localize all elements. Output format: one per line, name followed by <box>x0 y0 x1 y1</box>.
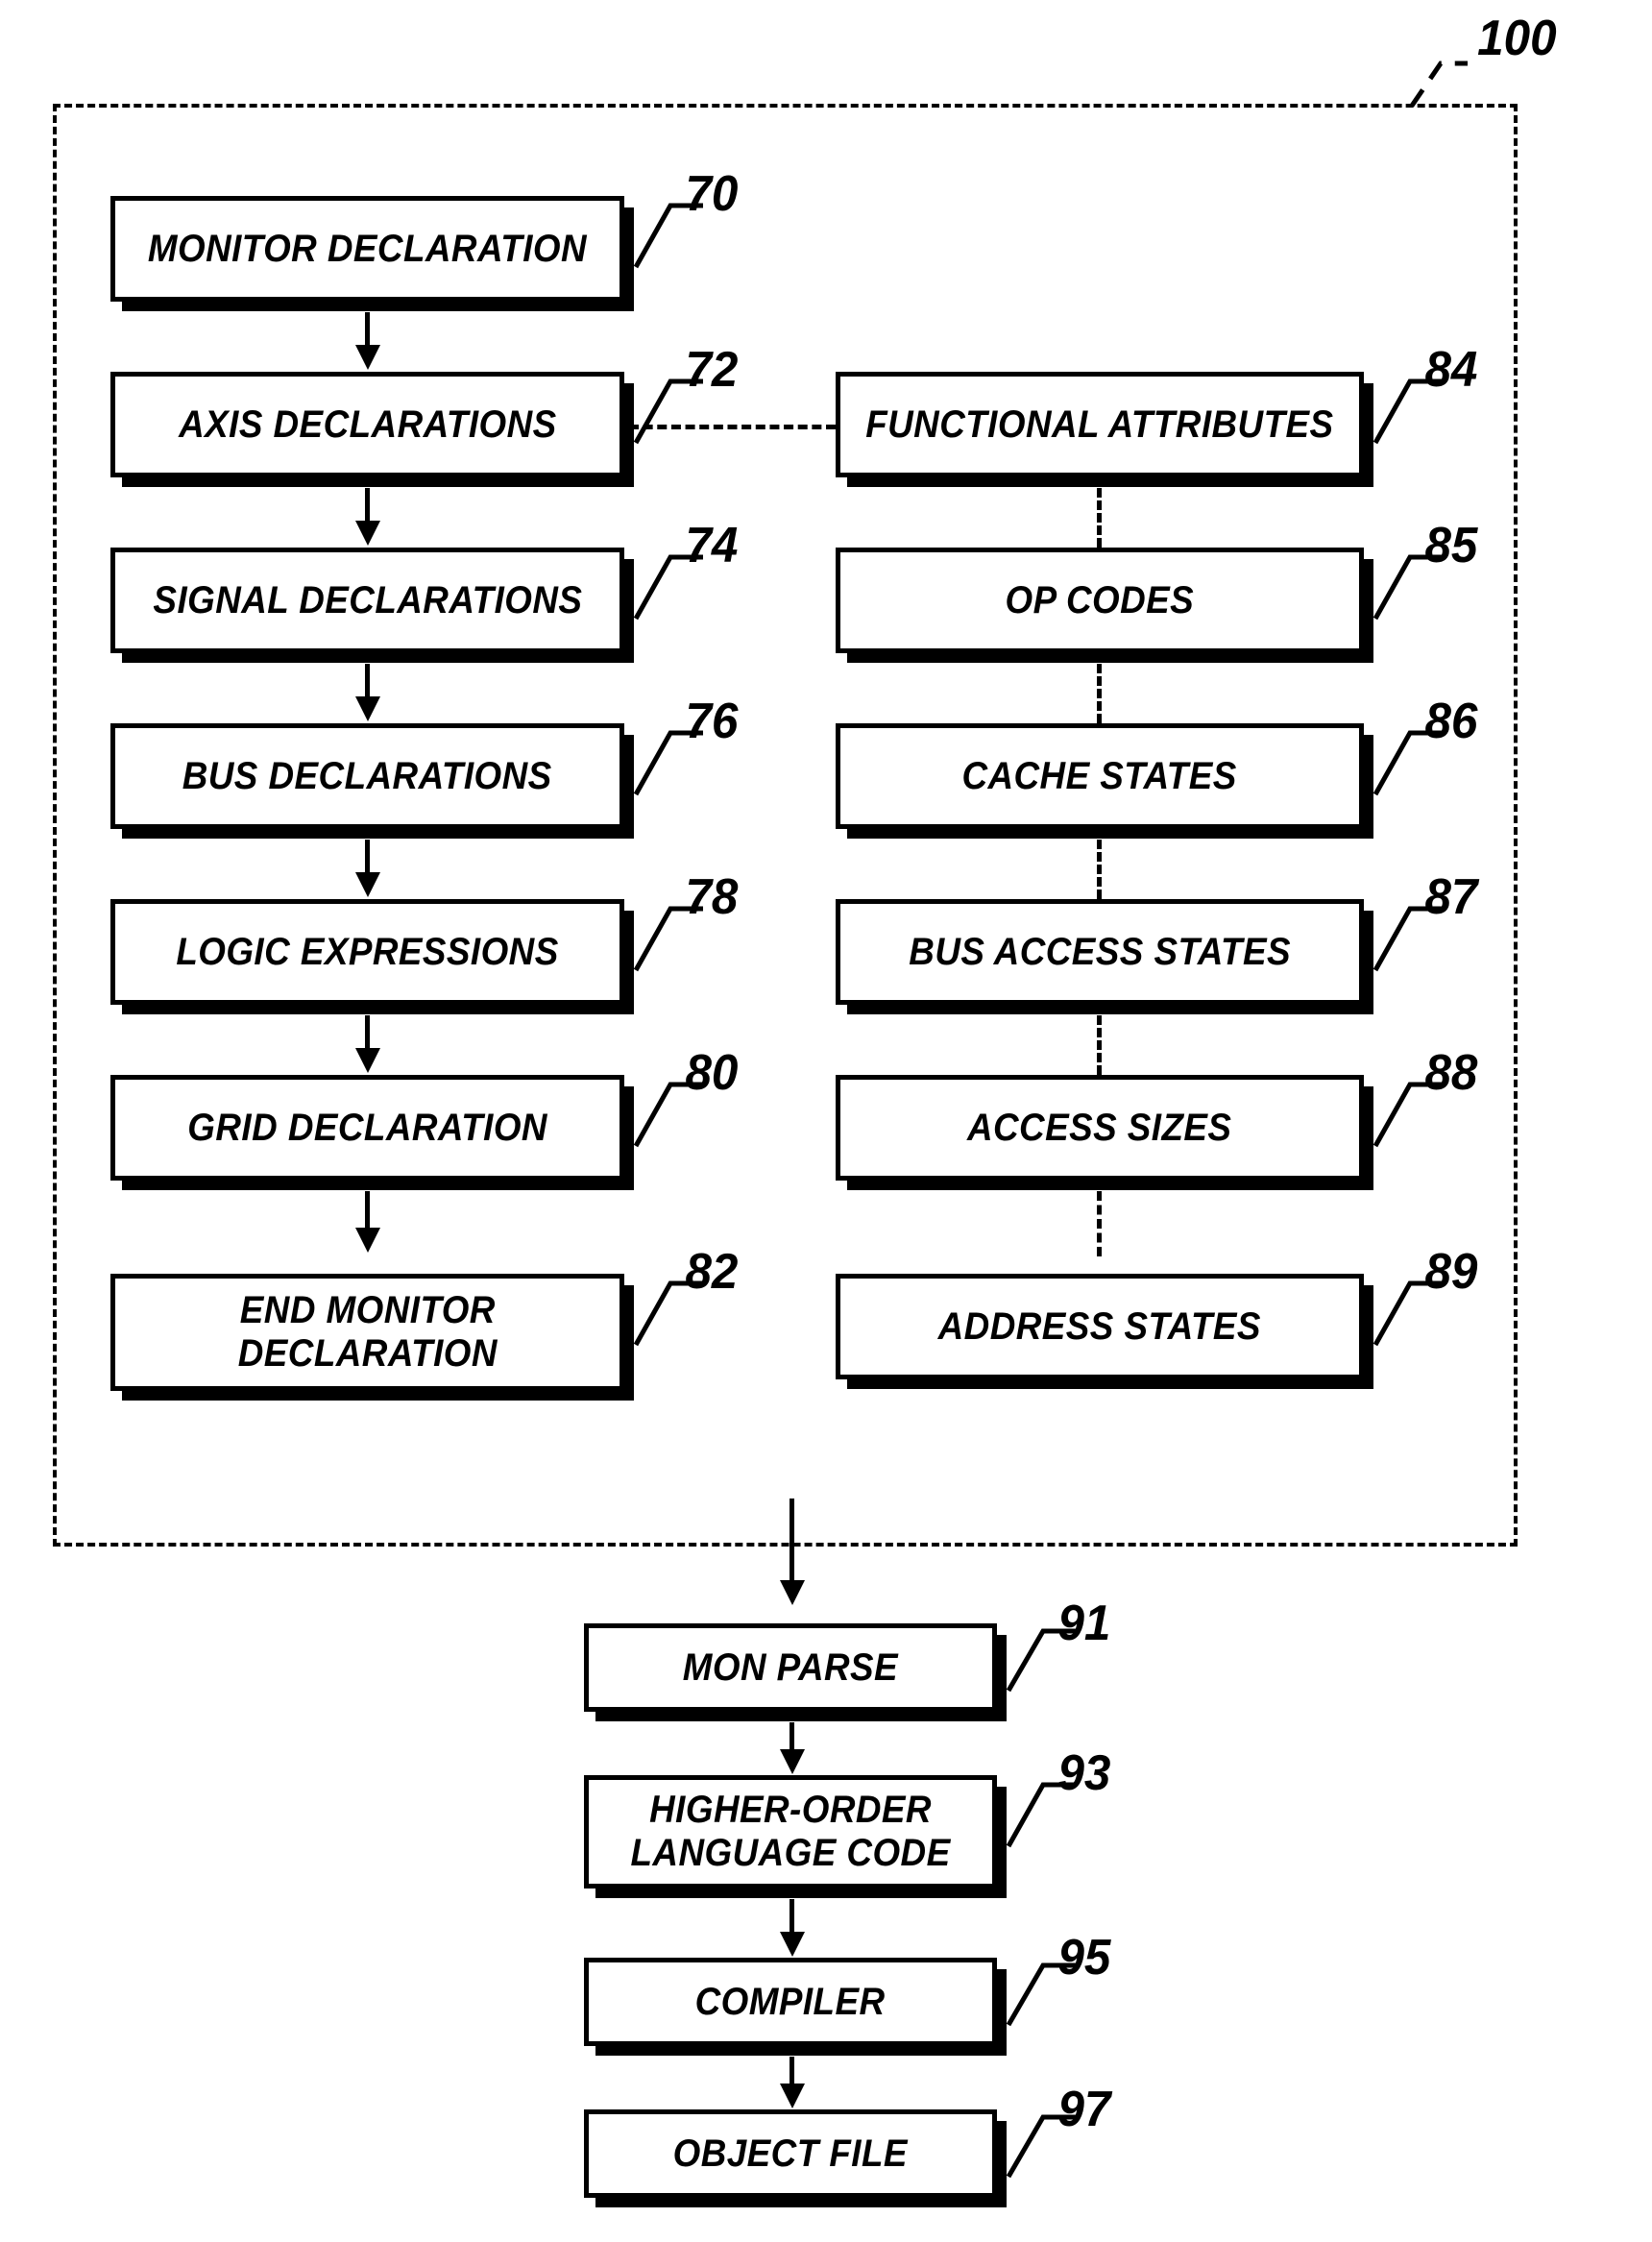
node-bus-declarations[interactable]: BUS DECLARATIONS <box>110 723 624 829</box>
reference-numeral-85: 85 <box>1424 518 1478 573</box>
connector-72-to-84 <box>629 425 836 429</box>
arrowhead-78-to-80 <box>355 1048 380 1073</box>
reference-numeral-82: 82 <box>685 1244 739 1300</box>
patent-figure-page: 100 MONITOR DECLARATION 70 AXIS DECLARAT… <box>0 0 1652 2242</box>
node-functional-attributes[interactable]: FUNCTIONAL ATTRIBUTES <box>836 372 1364 477</box>
reference-numeral-89: 89 <box>1424 1244 1478 1300</box>
node-address-states[interactable]: ADDRESS STATES <box>836 1274 1364 1379</box>
arrowhead-76-to-78 <box>355 872 380 897</box>
node-end-monitor-declaration[interactable]: END MONITOR DECLARATION <box>110 1274 624 1391</box>
arrowhead-72-to-74 <box>355 521 380 546</box>
reference-numeral-76: 76 <box>685 694 739 749</box>
node-label: OBJECT FILE <box>672 2132 909 2175</box>
node-mon-parse[interactable]: MON PARSE <box>584 1623 997 1712</box>
reference-numeral-97: 97 <box>1057 2082 1111 2137</box>
node-monitor-declaration[interactable]: MONITOR DECLARATION <box>110 196 624 302</box>
node-label: ACCESS SIZES <box>967 1106 1232 1149</box>
reference-numeral-80: 80 <box>685 1045 739 1101</box>
node-label: MON PARSE <box>682 1645 899 1689</box>
node-label: ADDRESS STATES <box>937 1304 1262 1348</box>
reference-numeral-72: 72 <box>685 342 739 398</box>
node-cache-states[interactable]: CACHE STATES <box>836 723 1364 829</box>
reference-numeral-91: 91 <box>1057 1596 1111 1651</box>
node-label: OP CODES <box>1005 578 1195 621</box>
node-label: END MONITOR DECLARATION <box>237 1289 498 1375</box>
node-label: FUNCTIONAL ATTRIBUTES <box>865 402 1334 446</box>
node-higher-order-language-code[interactable]: HIGHER-ORDER LANGUAGE CODE <box>584 1775 997 1889</box>
arrowhead-74-to-76 <box>355 696 380 721</box>
node-grid-declaration[interactable]: GRID DECLARATION <box>110 1075 624 1181</box>
connector-88-to-89 <box>1097 1191 1102 1256</box>
reference-numeral-74: 74 <box>685 518 739 573</box>
node-op-codes[interactable]: OP CODES <box>836 548 1364 653</box>
node-label: COMPILER <box>695 1980 886 2023</box>
arrowhead-93-to-95 <box>780 1932 805 1957</box>
node-label: HIGHER-ORDER LANGUAGE CODE <box>630 1789 951 1874</box>
reference-numeral-70: 70 <box>685 166 739 222</box>
node-label: BUS DECLARATIONS <box>182 754 552 797</box>
arrowhead-95-to-97 <box>780 2084 805 2108</box>
connector-84-to-85 <box>1097 488 1102 548</box>
node-bus-access-states[interactable]: BUS ACCESS STATES <box>836 899 1364 1005</box>
node-axis-declarations[interactable]: AXIS DECLARATIONS <box>110 372 624 477</box>
node-access-sizes[interactable]: ACCESS SIZES <box>836 1075 1364 1181</box>
arrowhead-80-to-82 <box>355 1228 380 1253</box>
connector-87-to-88 <box>1097 1015 1102 1075</box>
reference-numeral-78: 78 <box>685 869 739 925</box>
arrowhead-enclosure-to-91 <box>780 1580 805 1605</box>
node-label: SIGNAL DECLARATIONS <box>153 578 582 621</box>
node-object-file[interactable]: OBJECT FILE <box>584 2109 997 2198</box>
node-label: MONITOR DECLARATION <box>147 227 588 270</box>
node-compiler[interactable]: COMPILER <box>584 1958 997 2046</box>
reference-numeral-93: 93 <box>1057 1745 1111 1801</box>
node-label: AXIS DECLARATIONS <box>178 402 557 446</box>
reference-numeral-84: 84 <box>1424 342 1478 398</box>
node-logic-expressions[interactable]: LOGIC EXPRESSIONS <box>110 899 624 1005</box>
reference-numeral-95: 95 <box>1057 1930 1111 1986</box>
arrowhead-70-to-72 <box>355 345 380 370</box>
reference-numeral-88: 88 <box>1424 1045 1478 1101</box>
node-signal-declarations[interactable]: SIGNAL DECLARATIONS <box>110 548 624 653</box>
node-label: LOGIC EXPRESSIONS <box>176 930 559 973</box>
node-label: GRID DECLARATION <box>187 1106 547 1149</box>
connector-85-to-86 <box>1097 664 1102 723</box>
node-label: CACHE STATES <box>961 754 1238 797</box>
reference-numeral-87: 87 <box>1424 869 1478 925</box>
reference-numeral-100: 100 <box>1477 11 1557 66</box>
node-label: BUS ACCESS STATES <box>909 930 1291 973</box>
arrowhead-91-to-93 <box>780 1749 805 1774</box>
connector-86-to-87 <box>1097 840 1102 899</box>
reference-numeral-86: 86 <box>1424 694 1478 749</box>
